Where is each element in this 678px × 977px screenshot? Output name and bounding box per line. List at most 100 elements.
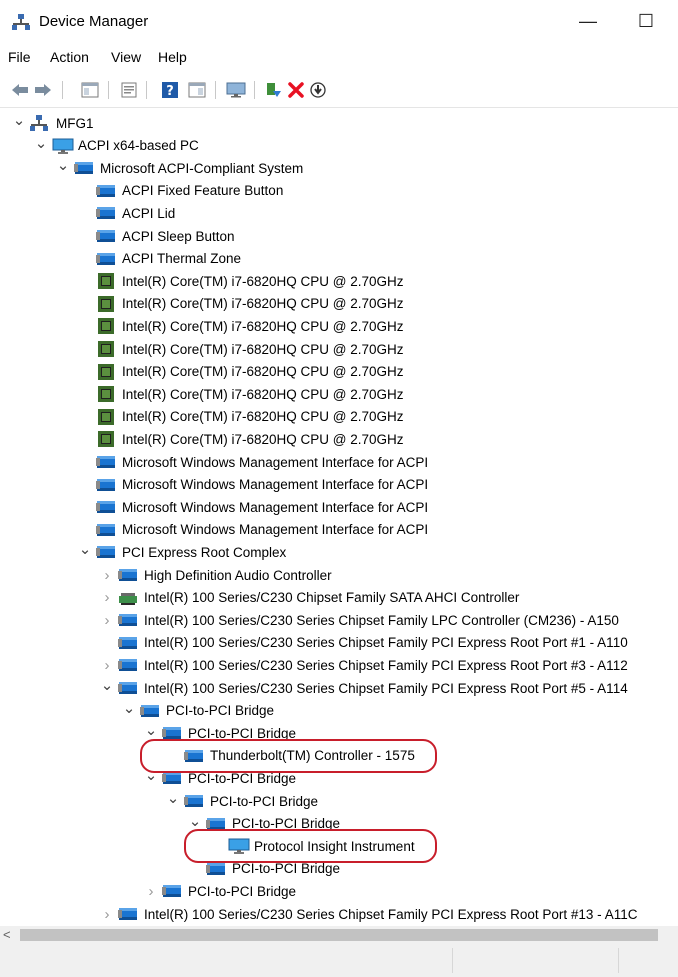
tree-node[interactable]: Intel(R) Core(TM) i7-6820HQ CPU @ 2.70GH… (78, 361, 404, 383)
chevron-down-icon[interactable]: ⌄ (78, 541, 92, 558)
tree-node[interactable]: Microsoft Windows Management Interface f… (78, 474, 428, 496)
tree-node-label: PCI-to-PCI Bridge (210, 793, 319, 809)
device-tree[interactable]: ⌄ MFG1 ⌄ ACPI x64-based PC ⌄ Microsoft ACPI-C… (0, 108, 678, 926)
tree-node[interactable]: ⌄ PCI Express Root Complex (78, 541, 287, 563)
tree-node[interactable]: ACPI Fixed Feature Button (78, 180, 283, 202)
tree-node[interactable]: Intel(R) Core(TM) i7-6820HQ CPU @ 2.70GH… (78, 315, 404, 337)
tree-node-label: Intel(R) Core(TM) i7-6820HQ CPU @ 2.70GH… (122, 386, 404, 402)
tree-node[interactable]: › Intel(R) 100 Series/C230 Series Chipset… (100, 654, 628, 676)
chevron-down-icon[interactable]: ⌄ (188, 813, 202, 830)
chevron-down-icon[interactable]: ⌄ (166, 790, 180, 807)
tree-node[interactable]: Intel(R) Core(TM) i7-6820HQ CPU @ 2.70GH… (78, 428, 404, 450)
tree-node[interactable]: › Intel(R) 100 Series/C230 Chipset Family… (100, 587, 520, 609)
tree-node[interactable]: Intel(R) Core(TM) i7-6820HQ CPU @ 2.70GH… (78, 383, 404, 405)
tree-node[interactable]: ACPI Thermal Zone (78, 248, 241, 270)
chevron-right-icon[interactable]: › (144, 883, 158, 900)
tree-node[interactable]: ⌄ PCI-to-PCI Bridge (166, 790, 318, 812)
device-manager-icon (12, 14, 30, 30)
device-icon (118, 635, 138, 651)
menu-help[interactable]: Help (158, 49, 187, 65)
chevron-down-icon[interactable]: ⌄ (144, 722, 158, 739)
tree-node[interactable]: › Intel(R) 100 Series/C230 Series Chipset… (100, 609, 619, 631)
tree-node-label: Intel(R) Core(TM) i7-6820HQ CPU @ 2.70GH… (122, 273, 404, 289)
tree-node[interactable]: Intel(R) Core(TM) i7-6820HQ CPU @ 2.70GH… (78, 293, 404, 315)
tree-node-label: Microsoft Windows Management Interface f… (122, 454, 429, 470)
help-icon[interactable]: ? (160, 80, 180, 100)
tree-node[interactable]: › High Definition Audio Controller (100, 564, 332, 586)
chevron-down-icon[interactable]: ⌄ (12, 112, 26, 129)
device-icon (96, 477, 116, 493)
chevron-right-icon[interactable]: › (100, 906, 114, 923)
chevron-down-icon[interactable]: ⌄ (34, 135, 48, 152)
device-icon (140, 703, 160, 719)
tree-node[interactable]: Intel(R) 100 Series/C230 Series Chipset … (100, 632, 628, 654)
cpu-icon (96, 431, 116, 448)
cpu-icon (96, 386, 116, 403)
highlight-box (140, 738, 437, 773)
device-icon (96, 522, 116, 538)
display-devices-icon[interactable] (226, 80, 246, 100)
chevron-right-icon[interactable]: › (100, 612, 114, 629)
chevron-right-icon[interactable]: › (100, 589, 114, 606)
tree-node[interactable]: ACPI Lid (78, 202, 175, 224)
scan-hardware-changes-icon[interactable] (308, 80, 328, 100)
tree-node[interactable]: Intel(R) Core(TM) i7-6820HQ CPU @ 2.70GH… (78, 270, 404, 292)
tree-node-label: Intel(R) Core(TM) i7-6820HQ CPU @ 2.70GH… (122, 296, 404, 312)
tree-node-label: PCI-to-PCI Bridge (166, 703, 275, 719)
tree-node[interactable]: Microsoft Windows Management Interface f… (78, 496, 428, 518)
properties-icon[interactable] (119, 80, 139, 100)
forward-arrow-icon[interactable] (33, 80, 53, 100)
scroll-left-icon[interactable]: < (3, 927, 11, 942)
tree-node[interactable]: ⌄ Microsoft ACPI-Compliant System (56, 157, 304, 179)
tree-node-label: Intel(R) 100 Series/C230 Series Chipset … (144, 680, 628, 696)
tree-node[interactable]: ⌄ PCI-to-PCI Bridge (122, 700, 274, 722)
horizontal-scrollbar[interactable]: < (0, 926, 678, 944)
action-pane-icon[interactable] (187, 80, 207, 100)
device-icon (96, 499, 116, 515)
tree-node[interactable]: ⌄ MFG1 (12, 112, 94, 134)
menu-action[interactable]: Action (50, 49, 89, 65)
chevron-right-icon[interactable]: › (100, 567, 114, 584)
minimize-button[interactable]: — (568, 6, 608, 36)
menu-view[interactable]: View (111, 49, 141, 65)
show-hide-console-tree-icon[interactable] (80, 80, 100, 100)
chevron-down-icon[interactable]: ⌄ (100, 677, 114, 694)
device-icon (96, 454, 116, 470)
maximize-button[interactable]: ☐ (626, 6, 666, 36)
tree-node-label: Microsoft ACPI-Compliant System (100, 160, 304, 176)
chevron-down-icon[interactable]: ⌄ (56, 157, 70, 174)
tree-node[interactable]: Microsoft Windows Management Interface f… (78, 519, 428, 541)
cpu-icon (96, 318, 116, 335)
chevron-right-icon[interactable]: › (100, 657, 114, 674)
device-icon (162, 883, 182, 899)
tree-node-label: Microsoft Windows Management Interface f… (122, 522, 429, 538)
tree-node[interactable]: ⌄ Intel(R) 100 Series/C230 Series Chipset… (100, 677, 628, 699)
tree-node[interactable]: › PCI-to-PCI Bridge (144, 880, 297, 902)
back-arrow-icon[interactable] (10, 80, 30, 100)
update-driver-icon[interactable] (263, 80, 283, 100)
tree-node[interactable]: ⌄ ACPI x64-based PC (34, 135, 199, 157)
tree-node-label: Intel(R) 100 Series/C230 Series Chipset … (144, 906, 638, 922)
highlight-box (184, 829, 437, 864)
device-icon (118, 906, 138, 922)
tree-node-label: PCI-to-PCI Bridge (188, 883, 297, 899)
uninstall-device-icon[interactable] (286, 80, 306, 100)
device-icon (96, 544, 116, 560)
chevron-down-icon[interactable]: ⌄ (122, 700, 136, 717)
device-icon (96, 228, 116, 244)
tree-node[interactable]: ACPI Sleep Button (78, 225, 235, 247)
tree-node-label: Intel(R) Core(TM) i7-6820HQ CPU @ 2.70GH… (122, 364, 404, 380)
tree-node[interactable]: Intel(R) Core(TM) i7-6820HQ CPU @ 2.70GH… (78, 406, 404, 428)
menu-file[interactable]: File (8, 49, 31, 65)
tree-node[interactable]: Intel(R) Core(TM) i7-6820HQ CPU @ 2.70GH… (78, 338, 404, 360)
tree-node[interactable]: Microsoft Windows Management Interface f… (78, 451, 428, 473)
menu-bar: File Action View Help (0, 45, 678, 71)
cpu-icon (96, 295, 116, 312)
scrollbar-thumb[interactable] (20, 929, 658, 941)
tree-node[interactable]: › Intel(R) 100 Series/C230 Series Chipset… (100, 903, 638, 925)
